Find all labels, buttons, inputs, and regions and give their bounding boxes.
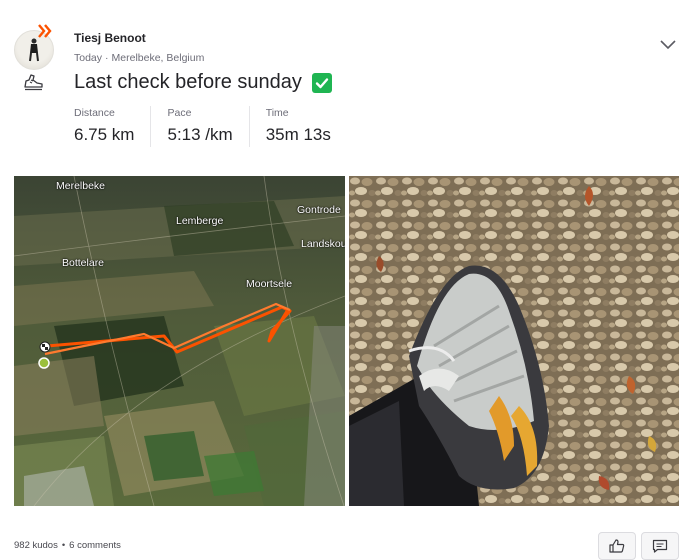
start-marker-icon [38, 357, 50, 369]
shoe-on-gravel-photo [349, 176, 679, 506]
meta-separator: · [105, 52, 109, 64]
stat-pace: Pace 5:13 /km [167, 106, 250, 147]
route-map[interactable]: Merelbeke Lemberge Gontrode Landskouter … [14, 176, 345, 506]
give-kudos-button[interactable] [598, 532, 636, 560]
activity-title[interactable]: Last check before sunday [74, 71, 302, 94]
stat-value: 35m 13s [265, 125, 331, 144]
stat-label: Distance [74, 107, 115, 119]
thumbs-up-icon [609, 539, 625, 553]
footer-separator: • [61, 540, 66, 551]
activity-title-row: Last check before sunday [74, 71, 332, 94]
stat-time: Time 35m 13s [266, 106, 347, 147]
activity-photo[interactable] [349, 176, 679, 506]
map-place-label: Landskouter [301, 238, 345, 250]
stat-distance: Distance 6.75 km [74, 106, 152, 147]
map-place-label: Lemberge [176, 215, 224, 227]
chevron-down-icon[interactable] [659, 38, 677, 52]
map-place-label: Gontrode [297, 204, 341, 216]
activity-card: Tiesj Benoot Today · Merelbeke, Belgium La… [0, 0, 692, 560]
stat-value: 6.75 km [74, 125, 135, 144]
map-place-label: Bottelare [62, 257, 105, 269]
run-shoe-icon [24, 74, 43, 91]
activity-stats: Distance 6.75 km Pace 5:13 /km Time 35m … [74, 106, 363, 147]
map-place-label: Merelbeke [56, 180, 106, 192]
finish-flag-icon [39, 341, 51, 353]
activity-date: Today [74, 52, 103, 64]
map-place-label: Moortsele [246, 278, 293, 290]
athlete-name[interactable]: Tiesj Benoot [74, 31, 146, 45]
check-mark-button-icon [311, 72, 332, 93]
stat-label: Time [265, 107, 289, 119]
stat-label: Pace [167, 107, 192, 119]
social-summary: 982 kudos • 6 comments [14, 540, 121, 551]
comment-button[interactable] [641, 532, 679, 560]
comments-count[interactable]: 6 comments [69, 540, 121, 551]
kudos-count[interactable]: 982 kudos [14, 540, 58, 551]
subscriber-badge-icon [38, 24, 52, 38]
activity-meta: Today · Merelbeke, Belgium [74, 52, 204, 64]
stat-value: 5:13 /km [167, 125, 233, 144]
cyclist-photo [29, 38, 39, 62]
comment-icon [652, 539, 668, 553]
activity-location: Merelbeke, Belgium [111, 52, 205, 64]
